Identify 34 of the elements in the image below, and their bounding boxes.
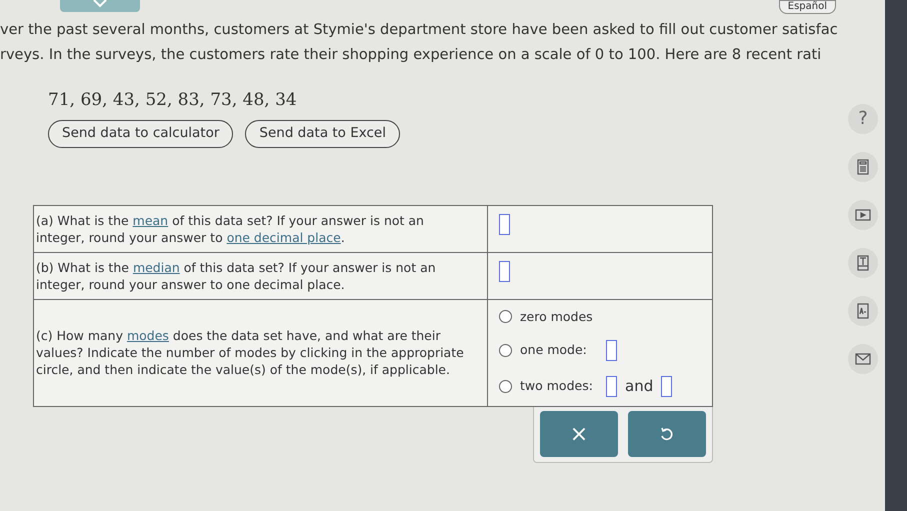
problem-text: ver the past several months, customers at Stymie's department store have been asked to fill out customer satisfac [0,21,839,40]
book-icon[interactable] [855,255,871,271]
answer-box[interactable] [499,260,510,282]
radio-button[interactable] [499,310,512,324]
question-text: (a) What is the mean of this data set? If your answer is not an integer, round your answer to one decimal place. [36,212,425,246]
term-link[interactable]: one decimal place [226,230,341,244]
answer-box[interactable] [606,376,617,397]
radio-button[interactable] [499,380,512,393]
option-label: zero modes [520,308,594,326]
mail-icon[interactable] [855,351,871,367]
data-values: 71, 69, 43, 52, 83, 73, 48, 34 [48,89,298,112]
question-text: (c) How many modes does the data set have, and what are their values? Indicate the number of modes by clicking in the appropriate circle, and then indicate the value(s) of the mode(s), if applicable. [36,327,465,378]
help-button[interactable]: ? [858,110,868,128]
term-link[interactable]: modes [126,328,169,344]
video-icon[interactable] [855,207,871,223]
problem-text: rveys. In the surveys, the customers rate their shopping experience on a scale of 0 to 100. Here are 8 recent rati [0,46,822,65]
send-data-button[interactable]: Send data to calculator [48,120,234,148]
undo-button[interactable] [628,411,706,458]
language-button[interactable]: Español [778,0,836,14]
option-label: two modes: [520,377,594,396]
calculator-icon[interactable] [855,159,871,175]
answer-box[interactable] [499,214,510,234]
undo-icon [660,426,674,442]
option-label: one mode: [520,341,588,360]
send-data-button[interactable]: Send data to Excel [245,120,400,148]
answer-box[interactable] [661,376,672,397]
joiner-text: and [625,376,654,398]
glossary-icon[interactable] [855,303,871,319]
answer-box[interactable] [606,340,617,362]
term-link[interactable]: median [132,260,180,274]
term-link[interactable]: mean [132,212,168,228]
clear-button[interactable]: × [540,411,618,458]
question-text: (b) What is the median of this data set? If your answer is not an integer, round your answer to one decimal place. [36,258,437,292]
radio-button[interactable] [499,344,512,358]
